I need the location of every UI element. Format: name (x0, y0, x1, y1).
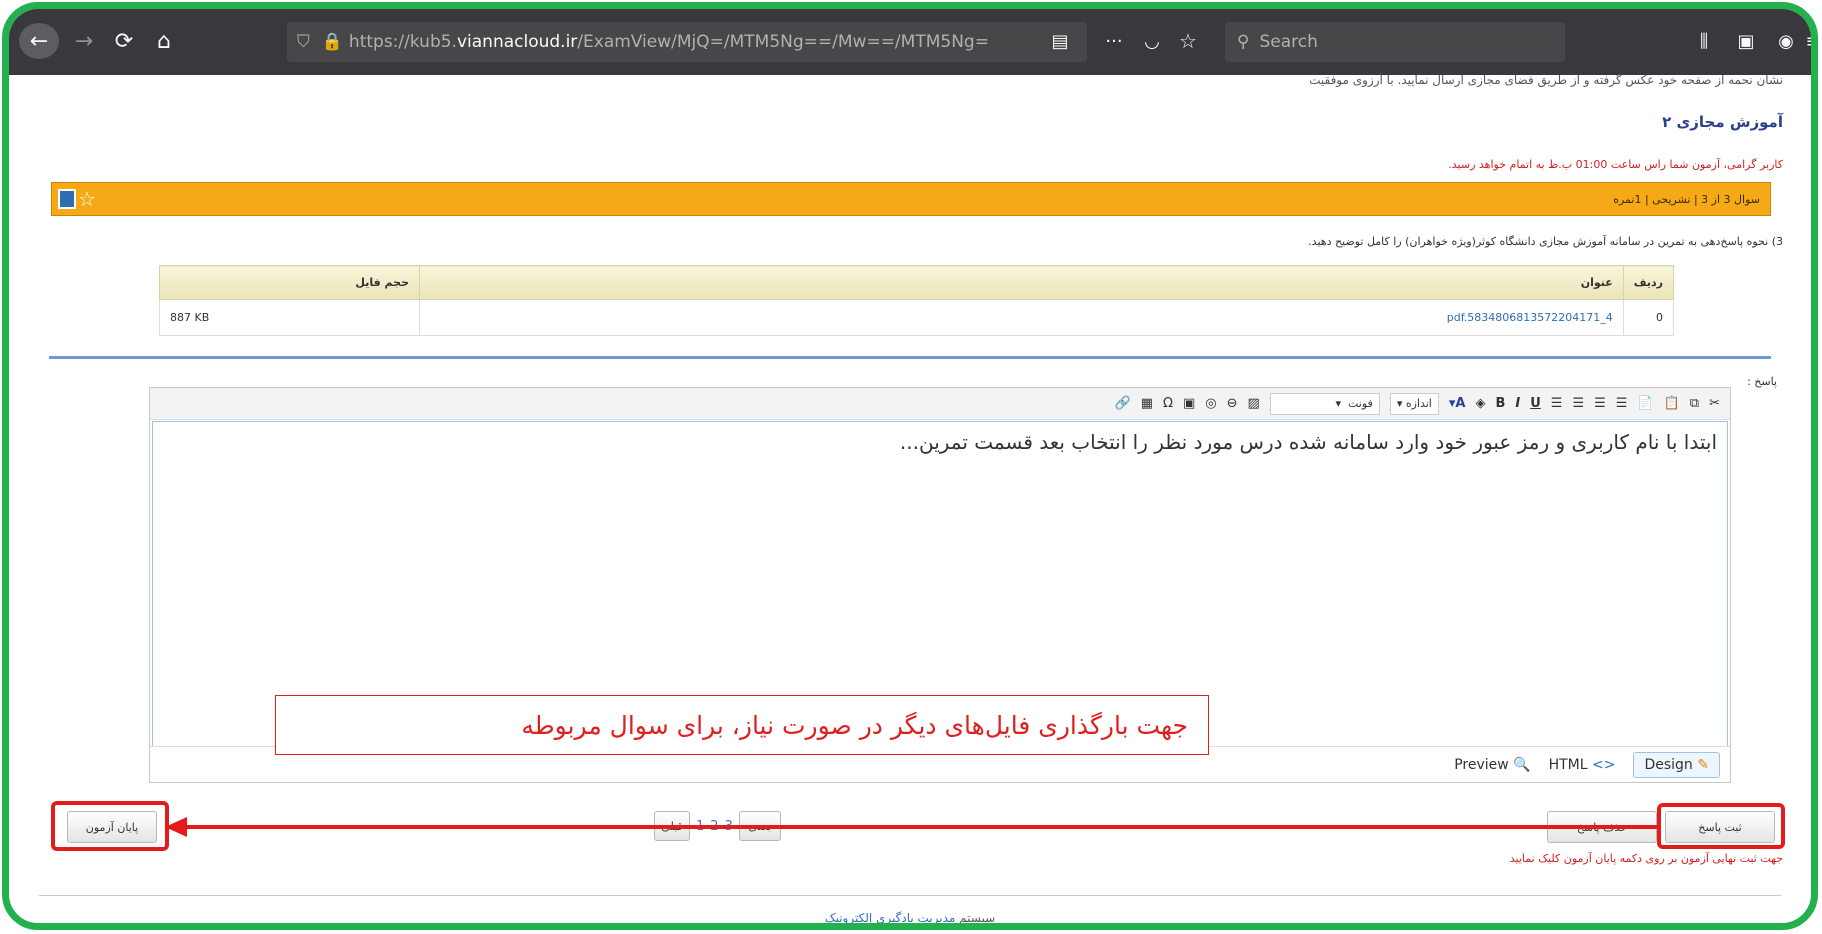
bold-icon[interactable]: B (1495, 396, 1505, 411)
screenshot-frame: ← → ⟳ ⌂ ⛉ 🔒 https://kub5. viannacloud.ir /… (2, 2, 1818, 930)
attachments-table: ردیف عنوان حجم فایل 0 pdf.58348068135722… (159, 265, 1675, 336)
url-scheme: https://kub5. (348, 32, 457, 52)
more-icon[interactable]: ··· (1099, 23, 1129, 59)
pocket-icon[interactable]: ◡ (1137, 23, 1167, 59)
align-center-icon[interactable]: ☰ (1572, 396, 1584, 411)
back-arrow-icon[interactable]: ← (19, 23, 59, 59)
col-size-header: حجم فایل (159, 265, 420, 300)
pencil-icon: ✎ (1697, 756, 1709, 773)
submit-highlight-outline (1657, 803, 1785, 849)
align-right-icon[interactable]: ☰ (1594, 396, 1606, 411)
search-bar[interactable]: ⚲ Search (1225, 22, 1565, 62)
question-header-bar: سوال 3 از 3 | تشریحی | 1نمره ☆ (51, 182, 1771, 216)
size-select[interactable]: اندازه ▾ (1389, 392, 1439, 415)
url-bar[interactable]: ⛉ 🔒 https://kub5. viannacloud.ir/ExamView… (287, 22, 1087, 62)
table-row: 0 pdf.583480681357220417‌1_4 887 KB (159, 299, 1675, 336)
table-header-row: ردیف عنوان حجم فایل (159, 265, 1675, 300)
answer-label: پاسخ : (1747, 375, 1777, 388)
question-text: 3) نحوه پاسخ‌دهی به تمرین در سامانه آموز… (1308, 235, 1783, 248)
paste-icon[interactable]: 📋 (1664, 396, 1680, 411)
row-size: 887 KB (159, 299, 420, 336)
bookmark-star-icon[interactable]: ☆ (1173, 23, 1203, 59)
row-index: 0 (1622, 299, 1675, 336)
annotation-arrow-line (169, 825, 1659, 829)
footer-divider (39, 895, 1781, 896)
highlight-color-icon[interactable]: ◈ (1475, 396, 1485, 411)
font-select-label: فونت (1348, 397, 1373, 410)
editor-toolbar: ✂ ⧉ 📋 📄 ☰ ☰ ☰ ☰ U I B ◈ A▾ اندازه ▾ فونت… (150, 388, 1730, 420)
search-placeholder: Search (1259, 32, 1318, 52)
align-left-icon[interactable]: ☰ (1551, 396, 1563, 411)
underline-icon[interactable]: U (1530, 396, 1541, 411)
lock-icon[interactable]: 🔒 (322, 32, 343, 52)
url-path: /ExamView/MjQ=/MTM5Ng==/Mw==/MTM5Ng= (577, 32, 989, 52)
exam-page: نشان نحمه از صفحه خود عکس گرفته و از طری… (9, 73, 1811, 925)
page-title: آموزش مجازی ۲ (1662, 113, 1783, 131)
end-exam-highlight-outline (51, 801, 169, 851)
insert-link-icon[interactable]: 🔗 (1115, 396, 1131, 411)
font-select[interactable]: فونت ▾ (1269, 392, 1380, 415)
italic-icon[interactable]: I (1515, 396, 1520, 411)
save-flag-icon[interactable] (58, 189, 76, 209)
section-divider (49, 356, 1771, 359)
time-notice: کاربر گرامی، آزمون شما راس ساعت 01:00 ب.… (1448, 158, 1783, 171)
design-mode-label: Design (1644, 756, 1693, 773)
reader-view-icon[interactable]: ▤ (1045, 23, 1075, 59)
star-icon[interactable]: ☆ (78, 189, 96, 209)
notice-prefix: کاربر گرامی، آزمون شما راس ساعت (1610, 158, 1783, 171)
reload-icon[interactable]: ⟳ (107, 23, 141, 59)
notice-time: 01:00 (1575, 158, 1608, 171)
magnifier-icon: 🔍 (1513, 756, 1531, 773)
special-char-icon[interactable]: Ω (1163, 396, 1173, 411)
insert-image-icon[interactable]: ▣ (1183, 396, 1195, 411)
library-icon[interactable]: ⫼ (1689, 23, 1719, 59)
paste-word-icon[interactable]: 📄 (1637, 396, 1653, 411)
account-icon[interactable]: ◉ (1771, 23, 1801, 59)
attachment-link[interactable]: pdf.583480681357220417‌1_4 (1447, 311, 1613, 324)
footer: سیستم مدیریت یادگیری الکترونیک (9, 911, 1811, 925)
preview-mode-label: Preview (1454, 756, 1509, 773)
col-index-header: ردیف (1622, 265, 1675, 300)
final-submit-note: جهت ثبت نهایی آزمون بر روی دکمه پایان آز… (1509, 852, 1783, 865)
size-select-label: اندازه (1405, 397, 1432, 410)
footer-link[interactable]: مدیریت یادگیری الکترونیک (825, 911, 955, 923)
sidebar-icon[interactable]: ▣ (1731, 23, 1761, 59)
cut-off-instruction: نشان نحمه از صفحه خود عکس گرفته و از طری… (1309, 73, 1783, 87)
html-mode-label: HTML (1548, 756, 1588, 773)
notice-suffix: ب.ظ به اتمام خواهد رسید. (1448, 158, 1573, 171)
row-title-cell: pdf.583480681357220417‌1_4 (419, 299, 1624, 336)
forward-arrow-icon[interactable]: → (67, 23, 101, 59)
code-icon: <> (1592, 756, 1616, 773)
home-icon[interactable]: ⌂ (147, 23, 181, 59)
design-mode-tab[interactable]: Design ✎ (1633, 751, 1720, 778)
search-icon: ⚲ (1237, 32, 1250, 52)
question-info: سوال 3 از 3 | تشریحی | 1نمره (1613, 192, 1760, 206)
html-mode-tab[interactable]: HTML <> (1549, 757, 1616, 773)
justify-icon[interactable]: ☰ (1616, 396, 1628, 411)
footer-prefix: سیستم (959, 911, 996, 925)
insert-media-icon[interactable]: ⊖ (1227, 396, 1238, 411)
browser-toolbar: ← → ⟳ ⌂ ⛉ 🔒 https://kub5. viannacloud.ir /… (9, 9, 1811, 75)
col-title-header: عنوان (419, 265, 1624, 300)
font-color-icon[interactable]: A▾ (1449, 396, 1466, 411)
annotation-callout: جهت بارگذاری فایل‌های دیگر در صورت نیاز،… (275, 695, 1209, 755)
preview-mode-tab[interactable]: Preview 🔍 (1454, 757, 1530, 773)
shield-icon[interactable]: ⛉ (297, 32, 310, 52)
question-bar-icons: ☆ (58, 189, 96, 209)
insert-table-icon[interactable]: ▦ (1141, 396, 1153, 411)
flash-icon[interactable]: ◎ (1205, 396, 1216, 411)
copy-icon[interactable]: ⧉ (1690, 396, 1699, 411)
image-gallery-icon[interactable]: ▨ (1248, 396, 1260, 411)
cut-icon[interactable]: ✂ (1709, 396, 1720, 411)
menu-icon[interactable]: ≡ (1803, 23, 1811, 59)
url-host: viannacloud.ir (456, 32, 578, 52)
